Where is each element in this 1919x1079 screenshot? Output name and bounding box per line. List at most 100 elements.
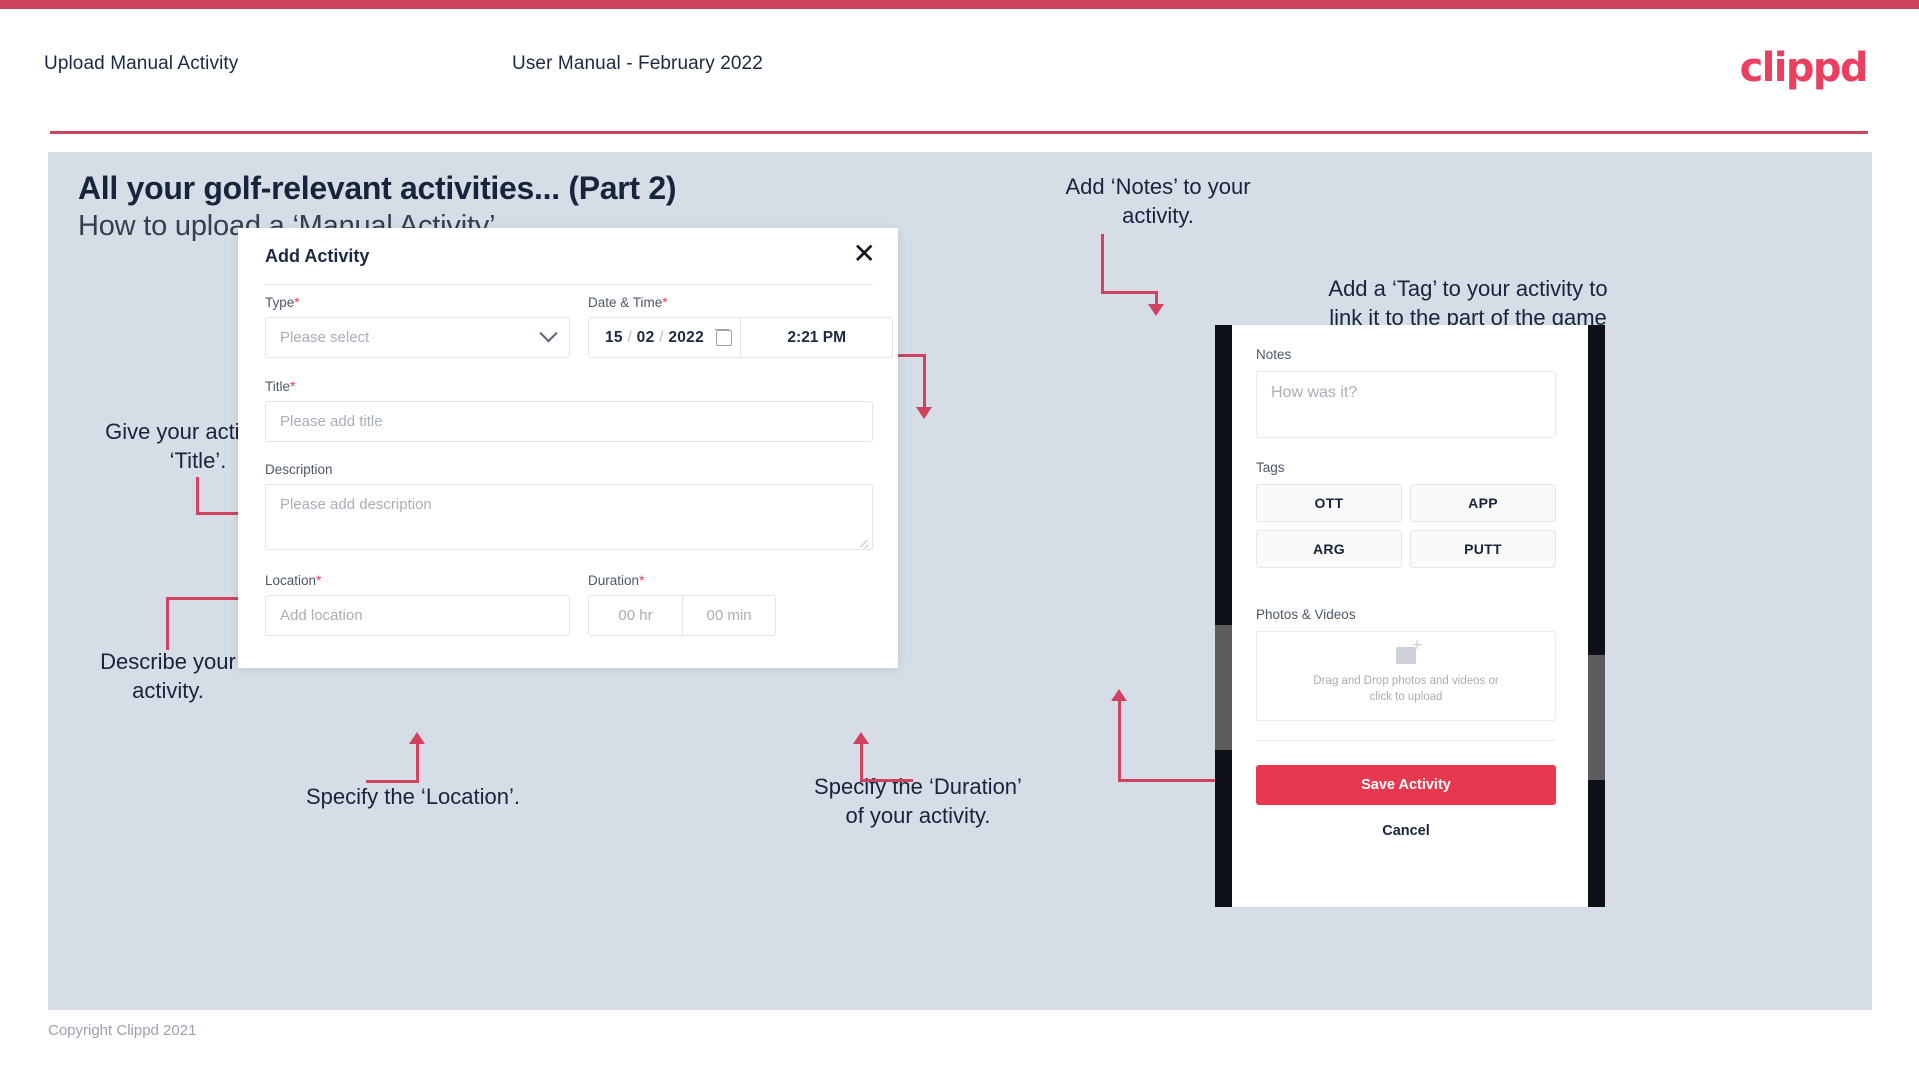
slide-title: All your golf-relevant activities... (Pa… <box>78 170 677 206</box>
duration-field-group: Duration* 00 hr 00 min <box>588 572 893 636</box>
description-field-group: Description Please add description <box>265 462 873 550</box>
phone-tags-label: Tags <box>1256 460 1285 475</box>
leader-duration-arrowhead <box>853 732 869 744</box>
phone-actions-divider <box>1256 740 1556 741</box>
resize-handle-icon[interactable] <box>860 538 869 547</box>
leader-datetime-v2 <box>923 354 926 410</box>
description-input[interactable]: Please add description <box>265 484 873 550</box>
phone-notes-group: Notes How was it? <box>1256 347 1556 438</box>
leader-duration-v <box>860 740 863 782</box>
cancel-button[interactable]: Cancel <box>1256 823 1556 839</box>
description-placeholder: Please add description <box>280 496 432 513</box>
type-field-group: Type* Please select <box>265 294 570 358</box>
datetime-inputs: 15 / 02 / 2022 2:21 PM <box>588 317 893 358</box>
annotation-describe-line2: activity. <box>132 678 204 703</box>
location-required-marker: * <box>316 572 322 588</box>
annotation-notes: Add ‘Notes’ to your activity. <box>1008 172 1308 230</box>
title-required-marker: * <box>290 378 296 394</box>
add-activity-modal: Add Activity ✕ Type* Please select Date … <box>238 228 898 668</box>
leader-location-arrowhead <box>409 732 425 744</box>
phone-photos-group: Photos & Videos Drag and Drop photos and… <box>1256 607 1556 721</box>
leader-save-v <box>1118 697 1121 782</box>
type-select[interactable]: Please select <box>265 317 570 358</box>
phone-tags-group: Tags OTT APP ARG PUTT <box>1256 460 1556 568</box>
header-title: Upload Manual Activity <box>44 53 239 74</box>
leader-location-h <box>366 780 419 783</box>
location-placeholder: Add location <box>280 607 363 624</box>
save-activity-button[interactable]: Save Activity <box>1256 765 1556 805</box>
phone-notes-input[interactable]: How was it? <box>1256 371 1556 438</box>
upload-hint-line1: Drag and Drop photos and videos or <box>1313 675 1499 687</box>
duration-minutes-input[interactable]: 00 min <box>682 595 776 636</box>
phone-notes-placeholder: How was it? <box>1271 384 1358 401</box>
phone-power-button-right <box>1588 655 1605 780</box>
close-icon[interactable]: ✕ <box>853 240 876 268</box>
top-accent-bar <box>0 0 1919 9</box>
type-required-marker: * <box>294 294 300 310</box>
leader-title-v <box>196 477 199 515</box>
tag-button-app[interactable]: APP <box>1410 484 1556 522</box>
leader-notes-v1 <box>1101 234 1104 294</box>
phone-photos-label: Photos & Videos <box>1256 607 1356 622</box>
add-image-icon <box>1396 637 1423 664</box>
calendar-icon[interactable] <box>715 328 733 346</box>
leader-describe-v <box>166 600 169 650</box>
header-divider <box>50 131 1868 134</box>
date-value: 15 / 02 / 2022 <box>605 328 705 346</box>
annotation-notes-line1: Add ‘Notes’ to your <box>1065 174 1251 199</box>
copyright-text: Copyright Clippd 2021 <box>48 1022 197 1039</box>
location-field-group: Location* Add location <box>265 572 570 636</box>
annotation-duration-line1: Specify the ‘Duration’ <box>814 774 1022 799</box>
type-label: Type* <box>265 294 300 310</box>
leader-notes-arrowhead <box>1148 304 1164 316</box>
title-label: Title* <box>265 378 296 394</box>
modal-title: Add Activity <box>265 246 370 266</box>
duration-required-marker: * <box>639 572 645 588</box>
annotation-location: Specify the ‘Location’. <box>253 782 573 811</box>
annotation-location-text: Specify the ‘Location’. <box>305 784 521 809</box>
phone-screen: Notes How was it? Tags OTT APP ARG PUTT … <box>1232 325 1588 907</box>
phone-notes-label: Notes <box>1256 347 1292 362</box>
modal-header-divider <box>265 284 873 285</box>
annotation-notes-line2: activity. <box>1122 203 1194 228</box>
location-input[interactable]: Add location <box>265 595 570 636</box>
phone-bezel-left <box>1215 325 1232 907</box>
title-input[interactable]: Please add title <box>265 401 873 442</box>
clippd-logo: clippd <box>1739 45 1869 91</box>
datetime-label: Date & Time* <box>588 294 668 310</box>
title-field-group: Title* Please add title <box>265 378 873 442</box>
leader-duration-h <box>860 779 913 782</box>
duration-hours-input[interactable]: 00 hr <box>588 595 682 636</box>
phone-bezel-right <box>1588 325 1605 907</box>
upload-hint-line2: click to upload <box>1369 691 1443 703</box>
leader-save-arrowhead <box>1111 689 1127 701</box>
time-value: 2:21 PM <box>787 328 846 346</box>
leader-datetime-arrowhead <box>916 407 932 419</box>
phone-volume-button-left <box>1215 625 1232 750</box>
location-label: Location* <box>265 572 322 588</box>
description-label: Description <box>265 462 333 477</box>
datetime-field-group: Date & Time* 15 / 02 / 2022 2:21 PM <box>588 294 893 358</box>
title-placeholder: Please add title <box>280 413 383 430</box>
phone-tags-row-1: OTT APP <box>1256 484 1556 522</box>
datetime-required-marker: * <box>662 294 668 310</box>
annotation-duration-line2: of your activity. <box>845 803 991 828</box>
tag-button-putt[interactable]: PUTT <box>1410 530 1556 568</box>
upload-hint-text: Drag and Drop photos and videos or click… <box>1313 673 1498 705</box>
type-placeholder: Please select <box>280 329 370 346</box>
tag-button-ott[interactable]: OTT <box>1256 484 1402 522</box>
duration-inputs: 00 hr 00 min <box>588 595 893 636</box>
leader-location-v <box>416 740 419 783</box>
time-input[interactable]: 2:21 PM <box>740 317 893 358</box>
page-header: Upload Manual Activity User Manual - Feb… <box>0 9 1919 134</box>
annotation-duration: Specify the ‘Duration’ of your activity. <box>748 772 1088 830</box>
date-input[interactable]: 15 / 02 / 2022 <box>588 317 741 358</box>
photo-upload-dropzone[interactable]: Drag and Drop photos and videos or click… <box>1256 631 1556 721</box>
phone-tags-row-2: ARG PUTT <box>1256 530 1556 568</box>
duration-label: Duration* <box>588 572 645 588</box>
tag-button-arg[interactable]: ARG <box>1256 530 1402 568</box>
chevron-down-icon <box>539 324 558 343</box>
leader-notes-h <box>1101 291 1158 294</box>
phone-mockup: Notes How was it? Tags OTT APP ARG PUTT … <box>1215 325 1605 907</box>
header-subtitle: User Manual - February 2022 <box>512 53 763 74</box>
